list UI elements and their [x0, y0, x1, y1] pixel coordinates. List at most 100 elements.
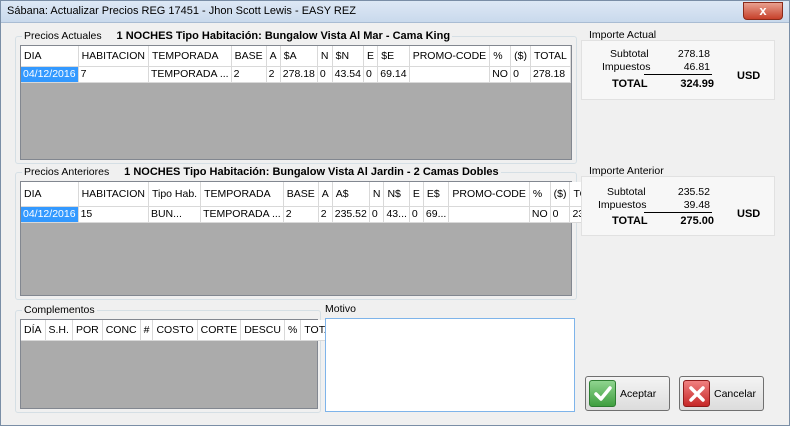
column-header[interactable]: HABITACION	[78, 46, 149, 67]
column-header[interactable]: E	[363, 46, 379, 67]
motivo-textarea[interactable]	[325, 318, 575, 412]
total-label: TOTAL	[612, 78, 648, 90]
table-cell[interactable]: TEMPORADA ...	[200, 206, 284, 223]
precios-actuales-table: DIA HABITACION TEMPORADA BASE A $A N $N E $E PROMO…	[21, 46, 571, 83]
column-header[interactable]: TEMPORADA	[200, 182, 284, 207]
column-header[interactable]: DÍA	[21, 320, 46, 341]
precios-anteriores-grid[interactable]: DIA HABITACION Tipo Hab. TEMPORADA BASE A A$ N N…	[20, 181, 611, 296]
table-cell[interactable]	[448, 206, 530, 223]
column-header[interactable]: DIA	[21, 182, 79, 207]
column-header[interactable]: %	[284, 320, 302, 341]
sum-line	[644, 212, 712, 213]
column-header[interactable]: A	[318, 182, 333, 207]
table-cell[interactable]: 04/12/2016	[21, 206, 79, 223]
column-header[interactable]: %	[489, 46, 512, 67]
precios-anteriores-group: Precios Anteriores 1 NOCHES Tipo Habitac…	[15, 166, 611, 300]
table-cell[interactable]: 15	[78, 206, 149, 223]
close-button[interactable]: x	[743, 2, 783, 20]
subtotal-label: Subtotal	[607, 186, 646, 198]
table-header-row: DIA HABITACION TEMPORADA BASE A $A N $N E $E PROMO…	[21, 46, 571, 67]
table-cell[interactable]: 235.52	[332, 206, 370, 223]
column-header[interactable]: S.H.	[45, 320, 73, 341]
table-cell[interactable]: 69.14	[377, 66, 410, 83]
column-header[interactable]: $E	[377, 46, 410, 67]
table-row[interactable]: 04/12/2016 15 BUN... TEMPORADA ... 2 2 235.52 0…	[21, 206, 611, 223]
column-header[interactable]: $A	[280, 46, 318, 67]
table-cell[interactable]: BUN...	[148, 206, 202, 223]
motivo-group: Motivo	[323, 303, 577, 413]
table-cell[interactable]: 278.18	[530, 66, 571, 83]
column-header[interactable]: POR	[72, 320, 103, 341]
importe-actual-group: Importe Actual Subtotal 278.18 Impuestos…	[581, 29, 775, 102]
table-cell[interactable]: 0	[550, 206, 571, 223]
total-value: 275.00	[680, 215, 714, 227]
column-header[interactable]: PROMO-CODE	[448, 182, 530, 207]
table-cell[interactable]: 43...	[383, 206, 410, 223]
client-area: Precios Actuales 1 NOCHES Tipo Habitació…	[5, 24, 785, 422]
table-cell[interactable]: 2	[283, 206, 319, 223]
column-header[interactable]: CONC	[102, 320, 141, 341]
column-header[interactable]: E	[409, 182, 424, 207]
impuestos-label: Impuestos	[602, 61, 651, 73]
column-header[interactable]: PROMO-CODE	[409, 46, 491, 67]
precios-actuales-label: Precios Actuales	[24, 30, 102, 42]
table-cell[interactable]: 7	[78, 66, 149, 83]
table-cell[interactable]: TEMPORADA ...	[148, 66, 232, 83]
column-header[interactable]: N	[317, 46, 333, 67]
currency-label: USD	[737, 208, 761, 220]
column-header[interactable]: CORTE	[197, 320, 242, 341]
column-header[interactable]: N$	[383, 182, 410, 207]
complementos-label: Complementos	[24, 304, 95, 316]
precios-actuales-grid[interactable]: DIA HABITACION TEMPORADA BASE A $A N $N E $E PROMO…	[20, 45, 572, 160]
column-header[interactable]: A	[266, 46, 281, 67]
currency-label: USD	[737, 70, 761, 82]
subtotal-value: 278.18	[677, 48, 710, 60]
column-header[interactable]: $N	[332, 46, 364, 67]
complementos-grid[interactable]: DÍA S.H. POR CONC # COSTO CORTE DESCU% TOTAL	[20, 319, 342, 409]
subtotal-label: Subtotal	[610, 48, 649, 60]
cancel-button[interactable]: Cancelar	[679, 376, 764, 411]
table-header-row: DIA HABITACION Tipo Hab. TEMPORADA BASE A A$ N N…	[21, 182, 611, 207]
table-row[interactable]: 04/12/2016 7 TEMPORADA ... 2 2 278.18 0 43.54 0 6…	[21, 66, 571, 83]
table-cell[interactable]: 0	[369, 206, 385, 223]
table-cell[interactable]: 43.54	[332, 66, 364, 83]
table-cell[interactable]: NO	[529, 206, 551, 223]
column-header[interactable]: ($)	[550, 182, 571, 207]
table-cell[interactable]: 0	[409, 206, 424, 223]
column-header[interactable]: HABITACION	[78, 182, 149, 207]
precios-anteriores-table: DIA HABITACION Tipo Hab. TEMPORADA BASE A A$ N N…	[21, 182, 611, 223]
table-cell[interactable]: 2	[266, 66, 281, 83]
column-header[interactable]: TOTAL	[530, 46, 571, 67]
cross-icon	[683, 380, 710, 407]
column-header[interactable]: Tipo Hab.	[148, 182, 202, 207]
column-header[interactable]: TEMPORADA	[148, 46, 232, 67]
precios-actuales-heading: 1 NOCHES Tipo Habitación: Bungalow Vista…	[116, 30, 451, 42]
close-icon: x	[759, 3, 767, 18]
column-header[interactable]: COSTO	[152, 320, 198, 341]
table-cell[interactable]: NO	[489, 66, 512, 83]
total-label: TOTAL	[612, 215, 648, 227]
table-cell[interactable]: 69...	[423, 206, 450, 223]
accept-button[interactable]: Aceptar	[585, 376, 670, 411]
table-cell[interactable]: 2	[231, 66, 267, 83]
window-title: Sábana: Actualizar Precios REG 17451 - J…	[7, 5, 356, 17]
table-cell[interactable]: 0	[510, 66, 532, 83]
accept-label: Aceptar	[620, 388, 657, 400]
column-header[interactable]: DIA	[21, 46, 79, 67]
table-cell[interactable]: 0	[317, 66, 333, 83]
column-header[interactable]: N	[369, 182, 385, 207]
table-cell[interactable]: 0	[363, 66, 379, 83]
column-header[interactable]: E$	[423, 182, 450, 207]
table-cell[interactable]	[409, 66, 491, 83]
column-header[interactable]: BASE	[231, 46, 267, 67]
table-cell[interactable]: 278.18	[280, 66, 318, 83]
column-header[interactable]: BASE	[283, 182, 319, 207]
column-header[interactable]: %	[529, 182, 551, 207]
app-window: Sábana: Actualizar Precios REG 17451 - J…	[0, 0, 790, 426]
column-header[interactable]: A$	[332, 182, 370, 207]
column-header[interactable]: #	[140, 320, 154, 341]
table-cell[interactable]: 04/12/2016	[21, 66, 79, 83]
column-header[interactable]: ($)	[510, 46, 532, 67]
column-header[interactable]: DESCU	[240, 320, 285, 341]
table-cell[interactable]: 2	[318, 206, 333, 223]
